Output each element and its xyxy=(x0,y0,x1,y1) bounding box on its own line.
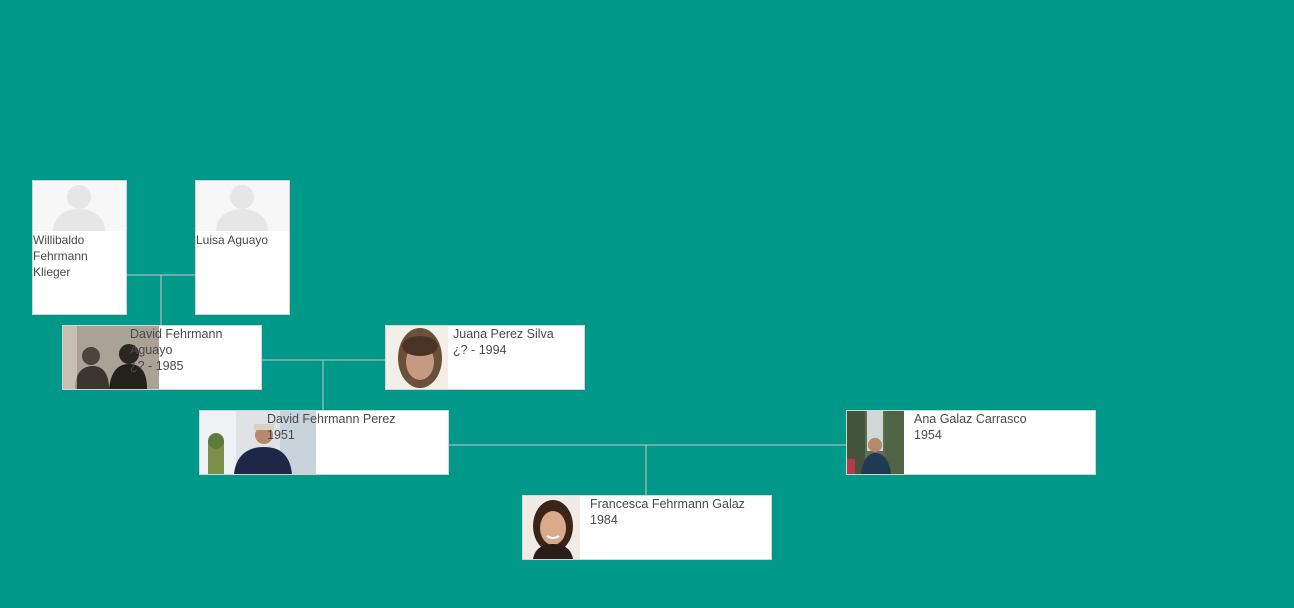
person-name: David Fehrmann Perez xyxy=(267,412,396,426)
person-dates: 1954 xyxy=(914,428,942,442)
person-name: Ana Galaz Carrasco xyxy=(914,412,1027,426)
person-dates: 1951 xyxy=(267,428,295,442)
person-card-ana-galaz-carrasco[interactable]: Ana Galaz Carrasco 1954 xyxy=(846,410,1096,475)
person-name: David Fehrmann Aguayo xyxy=(130,327,223,357)
person-name: Francesca Fehrmann Galaz xyxy=(590,497,745,511)
person-card-willibaldo[interactable]: Willibaldo Fehrmann Klieger xyxy=(32,180,127,315)
person-card-francesca-fehrmann-galaz[interactable]: Francesca Fehrmann Galaz 1984 xyxy=(522,495,772,560)
person-info: David Fehrmann Perez 1951 xyxy=(267,411,447,443)
portrait-photo-image xyxy=(523,496,580,559)
portrait-photo-image xyxy=(386,326,448,389)
silhouette-icon xyxy=(33,181,126,231)
avatar xyxy=(196,181,289,231)
person-info: David Fehrmann Aguayo ¿? - 1985 xyxy=(130,326,260,374)
person-name: Willibaldo Fehrmann Klieger xyxy=(33,233,88,279)
person-info: Luisa Aguayo xyxy=(196,232,286,248)
person-info: Ana Galaz Carrasco 1954 xyxy=(914,411,1094,443)
portrait-photo xyxy=(847,411,904,474)
portrait-photo xyxy=(386,326,448,389)
family-tree-canvas: Willibaldo Fehrmann Klieger Luisa Aguayo xyxy=(0,0,1294,608)
portrait-photo-image xyxy=(847,411,904,474)
person-card-luisa[interactable]: Luisa Aguayo xyxy=(195,180,290,315)
person-dates: 1984 xyxy=(590,513,618,527)
person-info: Francesca Fehrmann Galaz 1984 xyxy=(590,496,770,528)
silhouette-icon xyxy=(196,181,289,231)
person-dates: ¿? - 1994 xyxy=(453,343,507,357)
person-info: Willibaldo Fehrmann Klieger xyxy=(33,232,123,280)
person-card-david-fehrmann-aguayo[interactable]: David Fehrmann Aguayo ¿? - 1985 xyxy=(62,325,262,390)
person-card-david-fehrmann-perez[interactable]: David Fehrmann Perez 1951 xyxy=(199,410,449,475)
person-info: Juana Perez Silva ¿? - 1994 xyxy=(453,326,583,358)
portrait-photo xyxy=(523,496,580,559)
person-name: Luisa Aguayo xyxy=(196,233,269,247)
avatar xyxy=(33,181,126,231)
person-dates: ¿? - 1985 xyxy=(130,359,184,373)
person-name: Juana Perez Silva xyxy=(453,327,554,341)
person-card-juana-perez-silva[interactable]: Juana Perez Silva ¿? - 1994 xyxy=(385,325,585,390)
